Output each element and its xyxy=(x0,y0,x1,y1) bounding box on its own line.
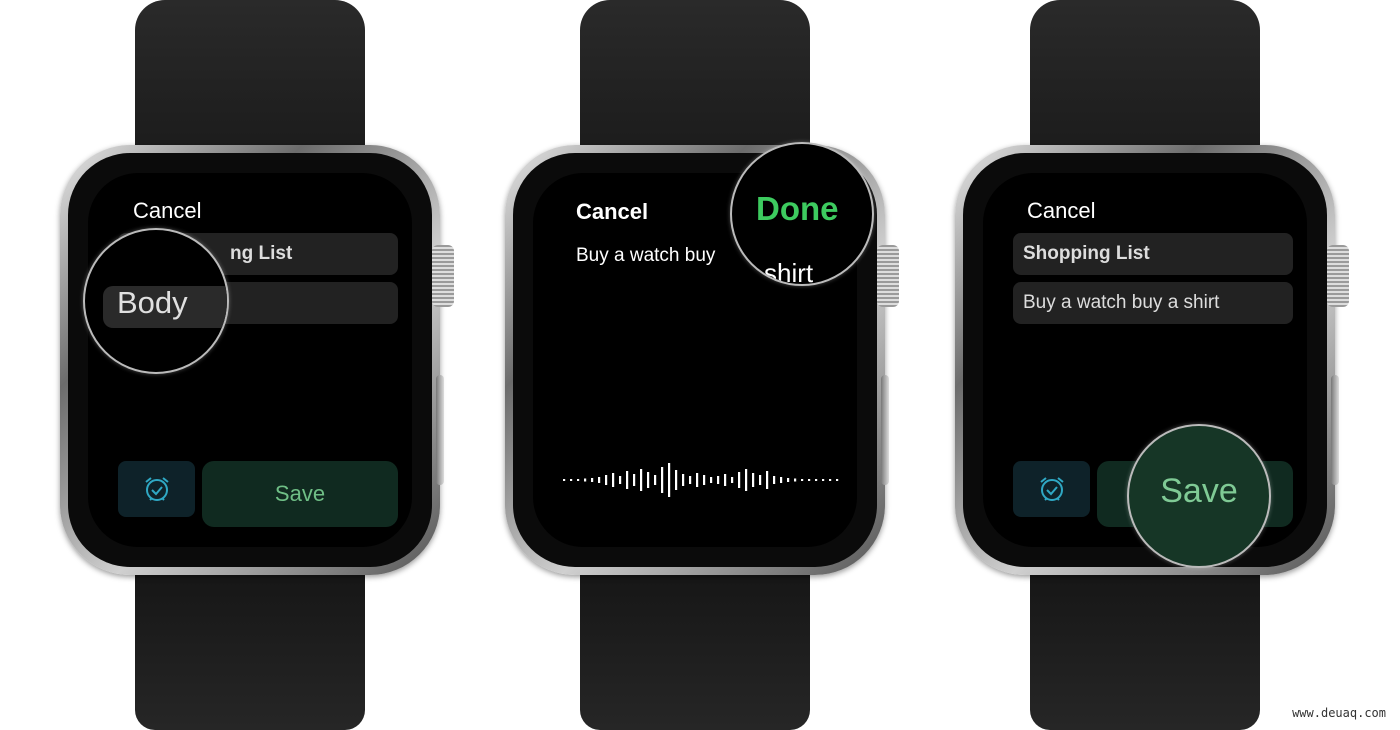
waveform-bar xyxy=(696,473,699,487)
watch-1: Cancel ng List Save Body xyxy=(60,0,454,730)
save-button[interactable]: Save xyxy=(202,461,398,527)
digital-crown[interactable] xyxy=(432,245,454,307)
waveform-bar xyxy=(682,474,685,486)
waveform-bar xyxy=(633,474,636,486)
alarm-clock-check-icon xyxy=(1039,477,1064,501)
waveform-bar xyxy=(591,478,594,482)
waveform-bar xyxy=(738,472,741,488)
title-field[interactable]: Shopping List xyxy=(1013,233,1293,275)
alarm-button[interactable] xyxy=(118,461,195,517)
watch-2: Cancel Buy a watch buy Done shirt xyxy=(505,0,899,730)
waveform-bar xyxy=(766,471,769,489)
body-label: Body xyxy=(117,285,188,320)
digital-crown[interactable] xyxy=(877,245,899,307)
magnifier-done: Done shirt xyxy=(730,142,874,286)
watermark: www.deuaq.com xyxy=(1292,706,1386,720)
waveform-bar xyxy=(563,479,566,481)
waveform-bar xyxy=(661,467,664,493)
waveform-bar xyxy=(724,474,727,486)
waveform-bar xyxy=(689,476,692,484)
body-field[interactable]: Buy a watch buy a shirt xyxy=(1013,282,1293,324)
waveform-bar xyxy=(584,478,587,482)
waveform-bar xyxy=(731,477,734,483)
watch-3: Cancel Shopping List Buy a watch buy a s… xyxy=(955,0,1349,730)
waveform-bar xyxy=(570,479,573,481)
waveform-bar xyxy=(759,475,762,485)
waveform-bar xyxy=(780,477,783,483)
cancel-button[interactable]: Cancel xyxy=(1027,198,1095,224)
cancel-button[interactable]: Cancel xyxy=(576,199,648,225)
magnifier-body: Body xyxy=(83,228,229,374)
dictation-text-magnified: shirt xyxy=(764,258,814,286)
waveform-bar xyxy=(808,479,811,481)
alarm-clock-check-icon xyxy=(144,477,169,501)
side-button[interactable] xyxy=(436,375,444,485)
waveform-bar xyxy=(577,479,580,481)
waveform-bar xyxy=(787,478,790,482)
waveform-bar xyxy=(668,463,671,497)
waveform-bar xyxy=(829,479,832,481)
waveform-bar xyxy=(801,479,804,481)
waveform-bar xyxy=(626,471,629,489)
dictation-text: Buy a watch buy xyxy=(576,245,716,266)
digital-crown[interactable] xyxy=(1327,245,1349,307)
waveform-bar xyxy=(619,476,622,484)
waveform-bar xyxy=(836,479,839,481)
waveform-bar xyxy=(675,470,678,490)
waveform-bar xyxy=(647,472,650,488)
waveform-bar xyxy=(822,479,825,481)
waveform-bar xyxy=(773,476,776,484)
waveform-bar xyxy=(717,476,720,484)
waveform-bar xyxy=(794,478,797,482)
waveform-bar xyxy=(598,477,601,483)
waveform-bar xyxy=(612,473,615,487)
side-button[interactable] xyxy=(1331,375,1339,485)
waveform-bar xyxy=(605,475,608,485)
waveform-bar xyxy=(640,469,643,491)
waveform-bar xyxy=(752,473,755,487)
waveform-bar xyxy=(654,475,657,485)
waveform-bar xyxy=(745,469,748,491)
waveform xyxy=(563,463,839,497)
cancel-button[interactable]: Cancel xyxy=(133,198,201,224)
alarm-button[interactable] xyxy=(1013,461,1090,517)
save-button[interactable]: Save xyxy=(1129,472,1269,511)
waveform-bar xyxy=(815,479,818,481)
band-bottom xyxy=(135,560,365,730)
waveform-bar xyxy=(703,475,706,485)
done-button[interactable]: Done xyxy=(756,190,839,228)
waveform-bar xyxy=(710,477,713,483)
magnifier-save: Save xyxy=(1127,424,1271,568)
side-button[interactable] xyxy=(881,375,889,485)
